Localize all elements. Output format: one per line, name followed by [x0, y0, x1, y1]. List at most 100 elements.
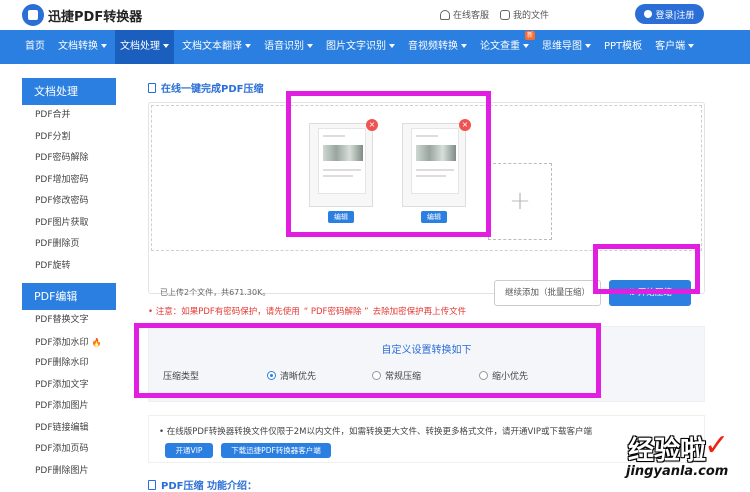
nav-label: 客户端	[655, 41, 686, 52]
caret-down-icon	[461, 44, 467, 48]
download-client-button[interactable]: 下载迅捷PDF转换器客户端	[221, 443, 331, 458]
radio-size-first[interactable]: 缩小优先	[479, 369, 528, 382]
main-panel: 在线一键完成PDF压缩 × 编辑 × 编辑 + 已上传2个文件，共671.30K…	[148, 80, 705, 306]
caret-down-icon	[688, 44, 695, 48]
nav-label: 语音识别	[264, 41, 304, 52]
caret-down-icon	[523, 44, 529, 48]
nav-item-av-convert[interactable]: 音视频转换	[408, 30, 467, 64]
settings-panel: 自定义设置转换如下 压缩类型 清晰优先 常规压缩 缩小优先	[148, 326, 705, 402]
nav-item-doc-convert[interactable]: 文档转换	[58, 30, 107, 64]
upload-summary: 已上传2个文件，共671.30K。	[160, 288, 271, 297]
text-line	[323, 175, 353, 177]
settings-title: 自定义设置转换如下	[381, 345, 472, 356]
sidebar-item[interactable]: PDF旋转	[22, 256, 116, 278]
sidebar-item[interactable]: PDF替换文字	[22, 310, 116, 332]
sidebar-item[interactable]: PDF修改密码	[22, 191, 116, 213]
nav-item-client[interactable]: 客户端	[655, 30, 695, 64]
sidebar-group-doc-process: 文档处理	[22, 78, 116, 105]
radio-normal-compress[interactable]: 常规压缩	[372, 369, 421, 382]
open-vip-button[interactable]: 开通VIP	[165, 443, 213, 458]
sidebar-item[interactable]: PDF添加图片	[22, 396, 116, 418]
sidebar-item[interactable]: PDF密码解除	[22, 148, 116, 170]
watermark-url: jingyanla.com	[626, 464, 729, 479]
remove-file-icon[interactable]: ×	[459, 119, 471, 131]
edit-button[interactable]: 编辑	[421, 211, 447, 223]
nav-item-home[interactable]: 首页	[25, 30, 45, 64]
file-thumbnail[interactable]: × 编辑	[402, 119, 471, 223]
sidebar-item[interactable]: PDF添加文字	[22, 375, 116, 397]
text-line	[416, 175, 446, 177]
nav-item-ppt[interactable]: PPT模板	[604, 30, 642, 64]
notice-prefix: • 注意：如果PDF有密码保护，请先使用	[148, 307, 300, 317]
online-service-link[interactable]: 在线客服	[440, 8, 489, 21]
online-service-label: 在线客服	[453, 11, 490, 21]
new-badge: 新	[524, 31, 535, 40]
sidebar-item[interactable]: PDF合并	[22, 105, 116, 127]
caret-down-icon	[389, 44, 395, 48]
radio-clarity-first[interactable]: 清晰优先	[267, 369, 316, 382]
watermark: 经验啦 ✓ jingyanla.com	[598, 428, 748, 488]
caret-down-icon	[585, 44, 591, 48]
notice-suffix: 去除加密保护再上传文件	[372, 307, 467, 317]
sidebar-item[interactable]: PDF添加页码	[22, 439, 116, 461]
continue-add-button[interactable]: 继续添加（批量压缩）	[494, 280, 601, 306]
nav-label: 首页	[25, 41, 45, 52]
compress-type-label: 压缩类型	[163, 372, 200, 382]
text-line	[323, 169, 361, 171]
check-icon: ✓	[704, 428, 730, 463]
drop-zone[interactable]: × 编辑 × 编辑 +	[151, 105, 702, 251]
sidebar-item[interactable]: PDF删除水印	[22, 353, 116, 375]
headset-icon	[440, 9, 450, 20]
top-header: 迅捷PDF转换器 在线客服 我的文件 登录|注册	[0, 0, 750, 30]
nav-label: 文档转换	[58, 41, 98, 52]
edit-button[interactable]: 编辑	[328, 211, 354, 223]
sidebar-item[interactable]: PDF分割	[22, 127, 116, 149]
add-file-button[interactable]: +	[488, 163, 552, 240]
remove-file-icon[interactable]: ×	[366, 119, 378, 131]
nav-label: PPT模板	[604, 41, 643, 52]
nav-label: 文档处理	[120, 41, 160, 52]
upload-area: × 编辑 × 编辑 + 已上传2个文件，共671.30K。 继续添加（批量压缩）…	[148, 102, 705, 306]
sidebar: 文档处理 PDF合并 PDF分割 PDF密码解除 PDF增加密码 PDF修改密码…	[22, 78, 116, 482]
sidebar-item-label: PDF添加水印	[35, 337, 89, 348]
fire-icon: 🔥	[91, 337, 102, 347]
radio-label: 清晰优先	[280, 372, 317, 382]
caret-down-icon	[307, 44, 313, 48]
logo[interactable]: 迅捷PDF转换器	[22, 4, 142, 26]
nav-item-ocr[interactable]: 图片文字识别	[326, 30, 395, 64]
refresh-icon: ⇅	[628, 288, 638, 298]
main-nav: 首页 文档转换 文档处理 文档文本翻译 语音识别 图片文字识别 音视频转换 论文…	[0, 30, 750, 64]
login-button[interactable]: 登录|注册	[635, 4, 704, 24]
my-files-label: 我的文件	[513, 11, 550, 21]
start-compress-label: 开始压缩	[637, 288, 672, 298]
nav-item-mindmap[interactable]: 思维导图	[542, 30, 591, 64]
nav-item-translate[interactable]: 文档文本翻译	[182, 30, 251, 64]
sidebar-item[interactable]: PDF删除图片	[22, 461, 116, 483]
password-remove-link[interactable]: “ PDF密码解除 ”	[304, 307, 369, 317]
logo-icon	[22, 4, 44, 26]
sidebar-item-watermark[interactable]: PDF添加水印 🔥	[22, 332, 116, 354]
nav-label: 论文查重	[480, 41, 520, 52]
page-preview	[318, 128, 366, 194]
sidebar-item[interactable]: PDF链接编辑	[22, 418, 116, 440]
my-files-link[interactable]: 我的文件	[500, 8, 549, 21]
page-image	[323, 145, 363, 161]
page-title-text: 在线一键完成PDF压缩	[161, 84, 264, 95]
nav-item-speech[interactable]: 语音识别	[264, 30, 313, 64]
sidebar-item[interactable]: PDF图片获取	[22, 213, 116, 235]
start-compress-button[interactable]: ⇅ 开始压缩	[609, 280, 691, 306]
password-notice: • 注意：如果PDF有密码保护，请先使用 “ PDF密码解除 ” 去除加密保护再上传…	[148, 305, 466, 317]
caret-down-icon	[163, 44, 169, 48]
sidebar-item[interactable]: PDF增加密码	[22, 170, 116, 192]
radio-checked-icon	[267, 371, 276, 380]
text-line	[323, 135, 345, 137]
page-preview	[411, 128, 459, 194]
nav-item-plagiarism[interactable]: 论文查重新	[480, 30, 535, 64]
radio-label: 常规压缩	[385, 372, 422, 382]
nav-item-doc-process[interactable]: 文档处理	[115, 30, 174, 64]
file-thumbnail[interactable]: × 编辑	[309, 119, 378, 223]
text-line	[416, 135, 438, 137]
sidebar-item[interactable]: PDF删除页	[22, 234, 116, 256]
nav-label: 思维导图	[542, 41, 582, 52]
page-image	[416, 145, 456, 161]
